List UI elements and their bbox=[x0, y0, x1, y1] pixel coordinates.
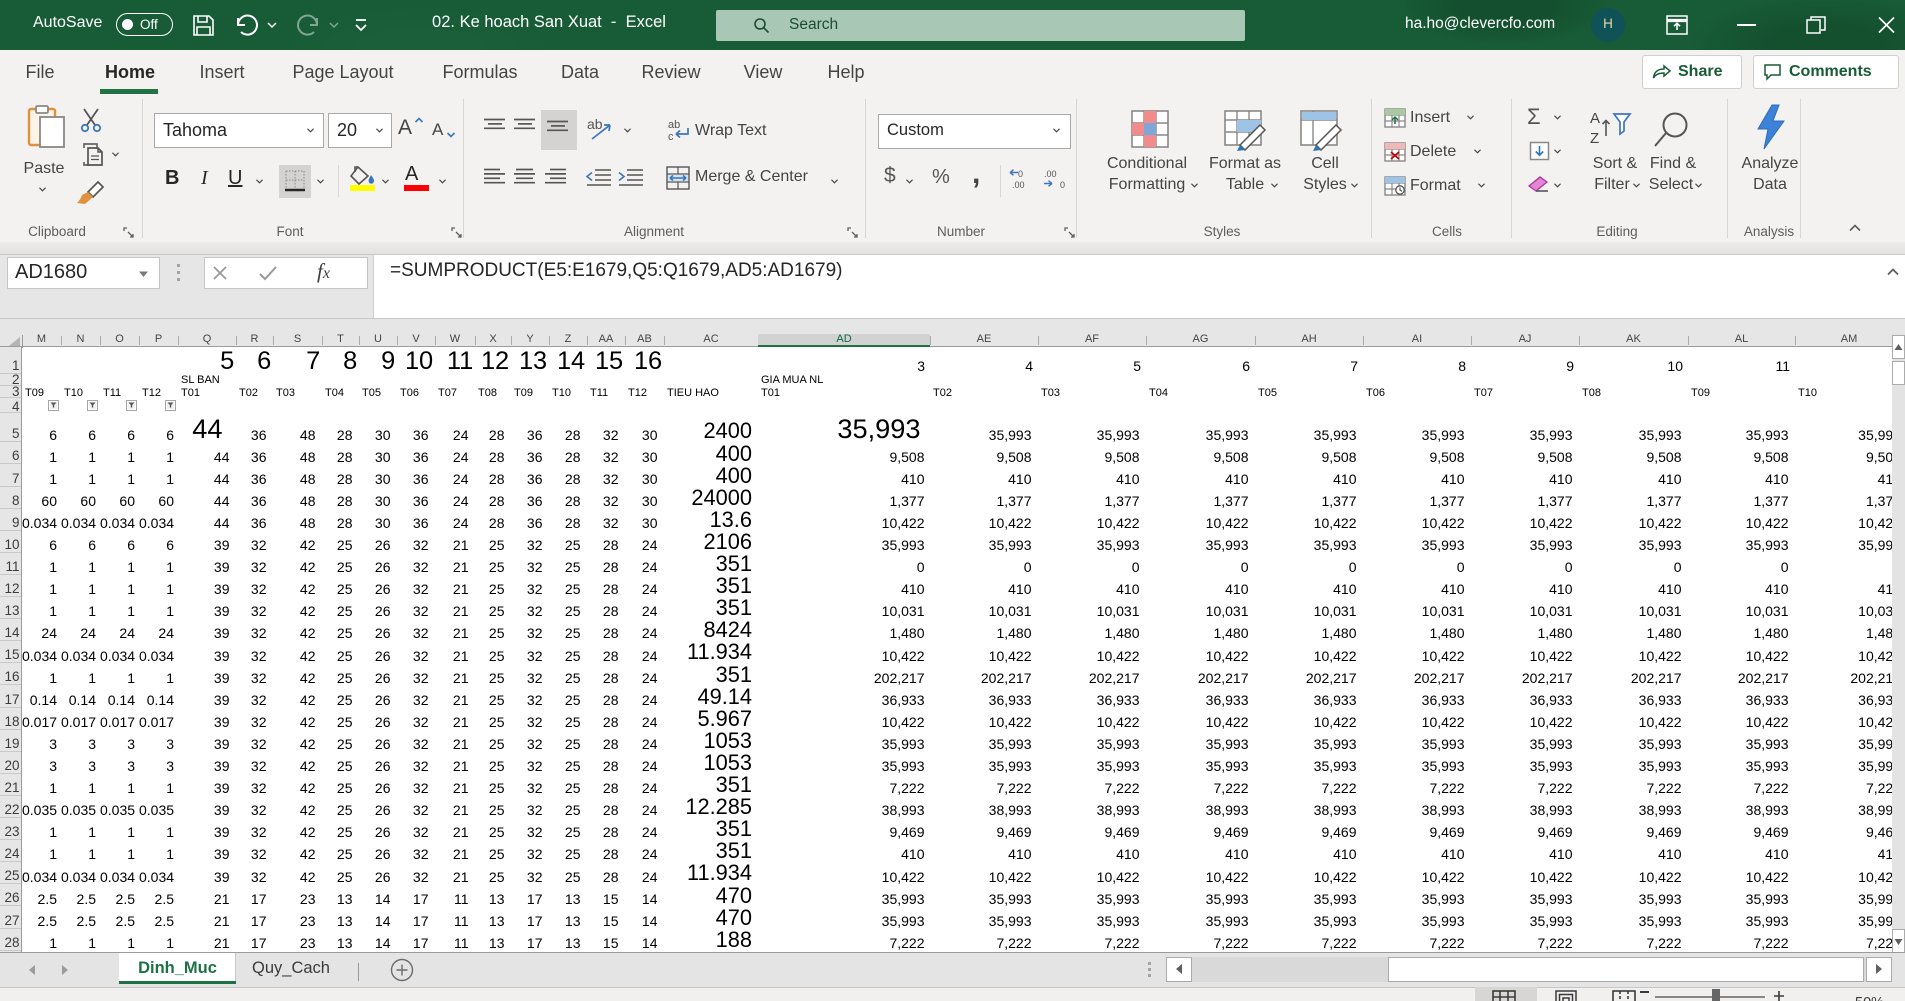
svg-text:ab: ab bbox=[668, 119, 680, 131]
svg-text:.00: .00 bbox=[1012, 180, 1025, 190]
svg-text:Z: Z bbox=[1590, 130, 1599, 147]
svg-text:0: 0 bbox=[1018, 169, 1023, 179]
svg-text:c: c bbox=[668, 131, 674, 142]
svg-text:0: 0 bbox=[1060, 180, 1065, 190]
svg-text:ab: ab bbox=[587, 116, 603, 132]
svg-text:A: A bbox=[1590, 110, 1600, 127]
svg-text:.00: .00 bbox=[1044, 169, 1057, 179]
